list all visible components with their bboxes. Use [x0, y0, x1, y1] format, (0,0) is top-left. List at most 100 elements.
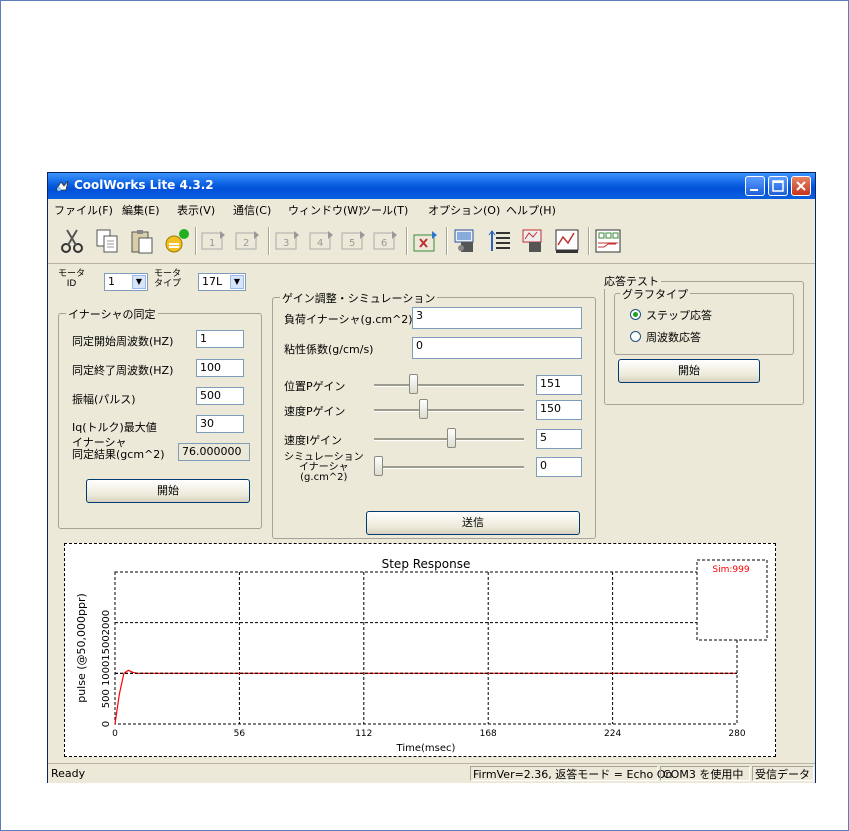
position-p-gain-input[interactable]: 151	[536, 375, 582, 395]
motor-icon[interactable]	[452, 227, 480, 255]
step-response-label: ステップ応答	[646, 309, 712, 322]
tool4-icon[interactable]: 4	[308, 227, 336, 255]
y-tick-label: 500	[101, 689, 112, 708]
motor-graph-icon[interactable]	[520, 227, 548, 255]
tool5-icon[interactable]: 5	[340, 227, 368, 255]
menu-help[interactable]: ヘルプ(H)	[506, 202, 556, 218]
y-axis-label: pulse (@50,000ppr)	[75, 593, 88, 703]
sim-inertia-label: シミュレーション イナーシャ (g.cm^2)	[284, 452, 364, 483]
menu-view[interactable]: 表示(V)	[177, 202, 215, 218]
velocity-i-gain-label: 速度Iゲイン	[284, 434, 343, 447]
cut-icon[interactable]	[58, 227, 86, 255]
send-button[interactable]: 送信	[366, 511, 580, 535]
start-freq-input[interactable]: 1	[196, 330, 244, 348]
plot-area	[114, 571, 738, 725]
y-tick-label: 1000	[101, 661, 112, 686]
velocity-p-gain-input[interactable]: 150	[536, 400, 582, 420]
start-freq-label: 同定開始周波数(HZ)	[72, 335, 174, 348]
chart-icon[interactable]	[554, 227, 582, 255]
velocity-i-gain-input[interactable]: 5	[536, 429, 582, 449]
maximize-button[interactable]	[768, 176, 788, 196]
end-freq-input[interactable]: 100	[196, 359, 244, 377]
position-p-gain-slider[interactable]	[409, 374, 419, 394]
toolbar-separator	[446, 227, 448, 255]
viscosity-label: 粘性係数(g/cm/s)	[284, 343, 374, 356]
position-p-gain-track	[374, 384, 524, 387]
amplitude-input[interactable]: 500	[196, 387, 244, 405]
x-tick-label: 0	[112, 729, 118, 739]
app-icon	[55, 180, 69, 191]
velocity-i-gain-slider[interactable]	[447, 428, 457, 448]
x-tick-label: 56	[234, 729, 246, 739]
tool1-icon[interactable]: 1	[200, 227, 228, 255]
motor-type-label: モータ タイプ	[154, 269, 182, 289]
close-button[interactable]	[791, 176, 811, 196]
graph-type-group	[614, 293, 794, 355]
motor-id-select[interactable]: 1 ▼	[104, 273, 148, 291]
velocity-p-gain-slider[interactable]	[419, 399, 429, 419]
toolbar: 1 2 3 4 5 6	[48, 219, 815, 264]
status-firmware: FirmVer=2.36, 返答モード = Echo On	[470, 766, 672, 781]
title-bar[interactable]: CoolWorks Lite 4.3.2	[48, 173, 815, 199]
motor-id-label: モータ ID	[58, 269, 86, 289]
velocity-p-gain-label: 速度Pゲイン	[284, 405, 346, 418]
sim-inertia-slider[interactable]	[374, 456, 383, 476]
status-ready: Ready	[51, 767, 86, 780]
motor-type-select[interactable]: 17L ▼	[198, 273, 246, 291]
step-response-radio[interactable]	[630, 309, 641, 320]
x-tick-label: 168	[480, 729, 497, 739]
menu-window[interactable]: ウィンドウ(W)	[288, 202, 362, 218]
window-title: CoolWorks Lite 4.3.2	[74, 178, 214, 192]
tool3-icon[interactable]: 3	[274, 227, 302, 255]
sim-inertia-track	[374, 466, 524, 469]
tool3-label: 3	[283, 238, 289, 249]
inertia-id-group-title: イナーシャの同定	[66, 306, 158, 322]
sim-inertia-input[interactable]: 0	[536, 457, 582, 477]
tool2-icon[interactable]: 2	[234, 227, 262, 255]
tool5-label: 5	[349, 238, 355, 249]
menu-edit[interactable]: 編集(E)	[122, 202, 160, 218]
tool-x-icon[interactable]	[412, 227, 440, 255]
copy-icon[interactable]	[93, 227, 121, 255]
left-panel: モータ ID 1 ▼ モータ タイプ 17L ▼ イナーシャの同定 同定開始周波…	[54, 267, 266, 533]
velocity-p-gain-track	[374, 409, 524, 412]
position-p-gain-label: 位置Pゲイン	[284, 380, 346, 393]
right-panel: 応答テスト グラフタイプ ステップ応答 周波数応答 開始	[602, 267, 812, 407]
load-inertia-input[interactable]: 3	[412, 307, 582, 329]
toolbar-separator	[406, 227, 408, 255]
load-inertia-label: 負荷イナーシャ(g.cm^2)	[284, 313, 413, 326]
freq-response-radio[interactable]	[630, 331, 641, 342]
close-icon	[796, 181, 806, 191]
inertia-result-label: イナーシャ 同定結果(gcm^2)	[72, 436, 165, 461]
tool6-icon[interactable]: 6	[372, 227, 400, 255]
inertia-start-button[interactable]: 開始	[86, 479, 250, 503]
menu-file[interactable]: ファイル(F)	[54, 202, 113, 218]
status-com-port: COM3 を使用中	[660, 766, 750, 781]
y-tick-label: 0	[101, 721, 112, 727]
tool4-label: 4	[317, 238, 323, 249]
status-received: 受信データ	[752, 766, 814, 781]
connect-icon[interactable]	[163, 227, 191, 255]
response-start-button[interactable]: 開始	[618, 359, 760, 383]
paste-icon[interactable]	[128, 227, 156, 255]
minimize-icon	[750, 189, 758, 191]
panel-icon[interactable]	[594, 227, 622, 255]
minimize-button[interactable]	[745, 176, 765, 196]
menu-tools[interactable]: ツール(T)	[360, 202, 408, 218]
middle-panel: ゲイン調整・シミュレーション 負荷イナーシャ(g.cm^2) 3 粘性係数(g/…	[270, 267, 598, 543]
iq-input[interactable]: 30	[196, 415, 244, 433]
y-tick-label: 2000	[101, 610, 112, 635]
chart-title: Step Response	[382, 557, 471, 571]
inertia-result-value: 76.000000	[178, 443, 250, 461]
chevron-down-icon[interactable]: ▼	[132, 275, 146, 289]
step-response-chart: 0 56 112 168 224 280 0 500 1000 1500 2000 Step Resp…	[64, 543, 776, 757]
tool2-label: 2	[243, 238, 249, 249]
chevron-down-icon[interactable]: ▼	[230, 275, 244, 289]
end-freq-label: 同定終了周波数(HZ)	[72, 364, 174, 377]
chart-svg: 0 56 112 168 224 280 0 500 100015002000 Step Resp…	[75, 557, 768, 754]
menu-comm[interactable]: 通信(C)	[233, 202, 271, 218]
menu-options[interactable]: オプション(O)	[428, 202, 500, 218]
viscosity-input[interactable]: 0	[412, 337, 582, 359]
list-icon[interactable]	[486, 227, 514, 255]
menu-bar: ファイル(F) 編集(E) 表示(V) 通信(C) ウィンドウ(W) ツール(T…	[48, 199, 815, 219]
